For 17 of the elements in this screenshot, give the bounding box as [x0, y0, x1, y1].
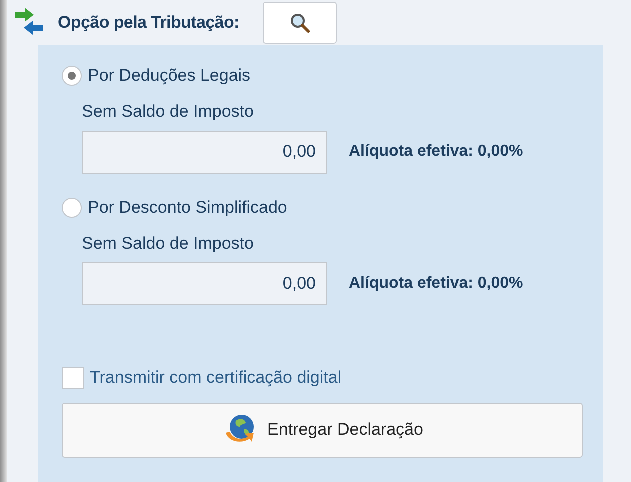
radio-button[interactable] [62, 66, 82, 86]
search-button[interactable] [263, 2, 338, 44]
amount-field[interactable]: 0,00 [82, 130, 327, 174]
radio-label: Por Desconto Simplificado [88, 196, 288, 219]
amount-field[interactable]: 0,00 [82, 262, 327, 305]
radio-label: Por Deduções Legais [88, 65, 251, 88]
effective-rate: Alíquota efetiva: 0,00% [349, 274, 524, 294]
field-caption: Sem Saldo de Imposto [82, 101, 255, 123]
field-caption: Sem Saldo de Imposto [82, 232, 255, 254]
section-title: Opção pela Tributação: [58, 12, 240, 34]
checkbox-label: Transmitir com certificação digital [90, 367, 342, 389]
effective-rate: Alíquota efetiva: 0,00% [349, 142, 524, 162]
search-icon [289, 12, 312, 34]
checkbox[interactable] [62, 366, 84, 389]
swap-arrows-icon [13, 8, 45, 38]
radio-button[interactable] [62, 198, 82, 218]
submit-button[interactable]: Entregar Declaração [62, 402, 583, 458]
